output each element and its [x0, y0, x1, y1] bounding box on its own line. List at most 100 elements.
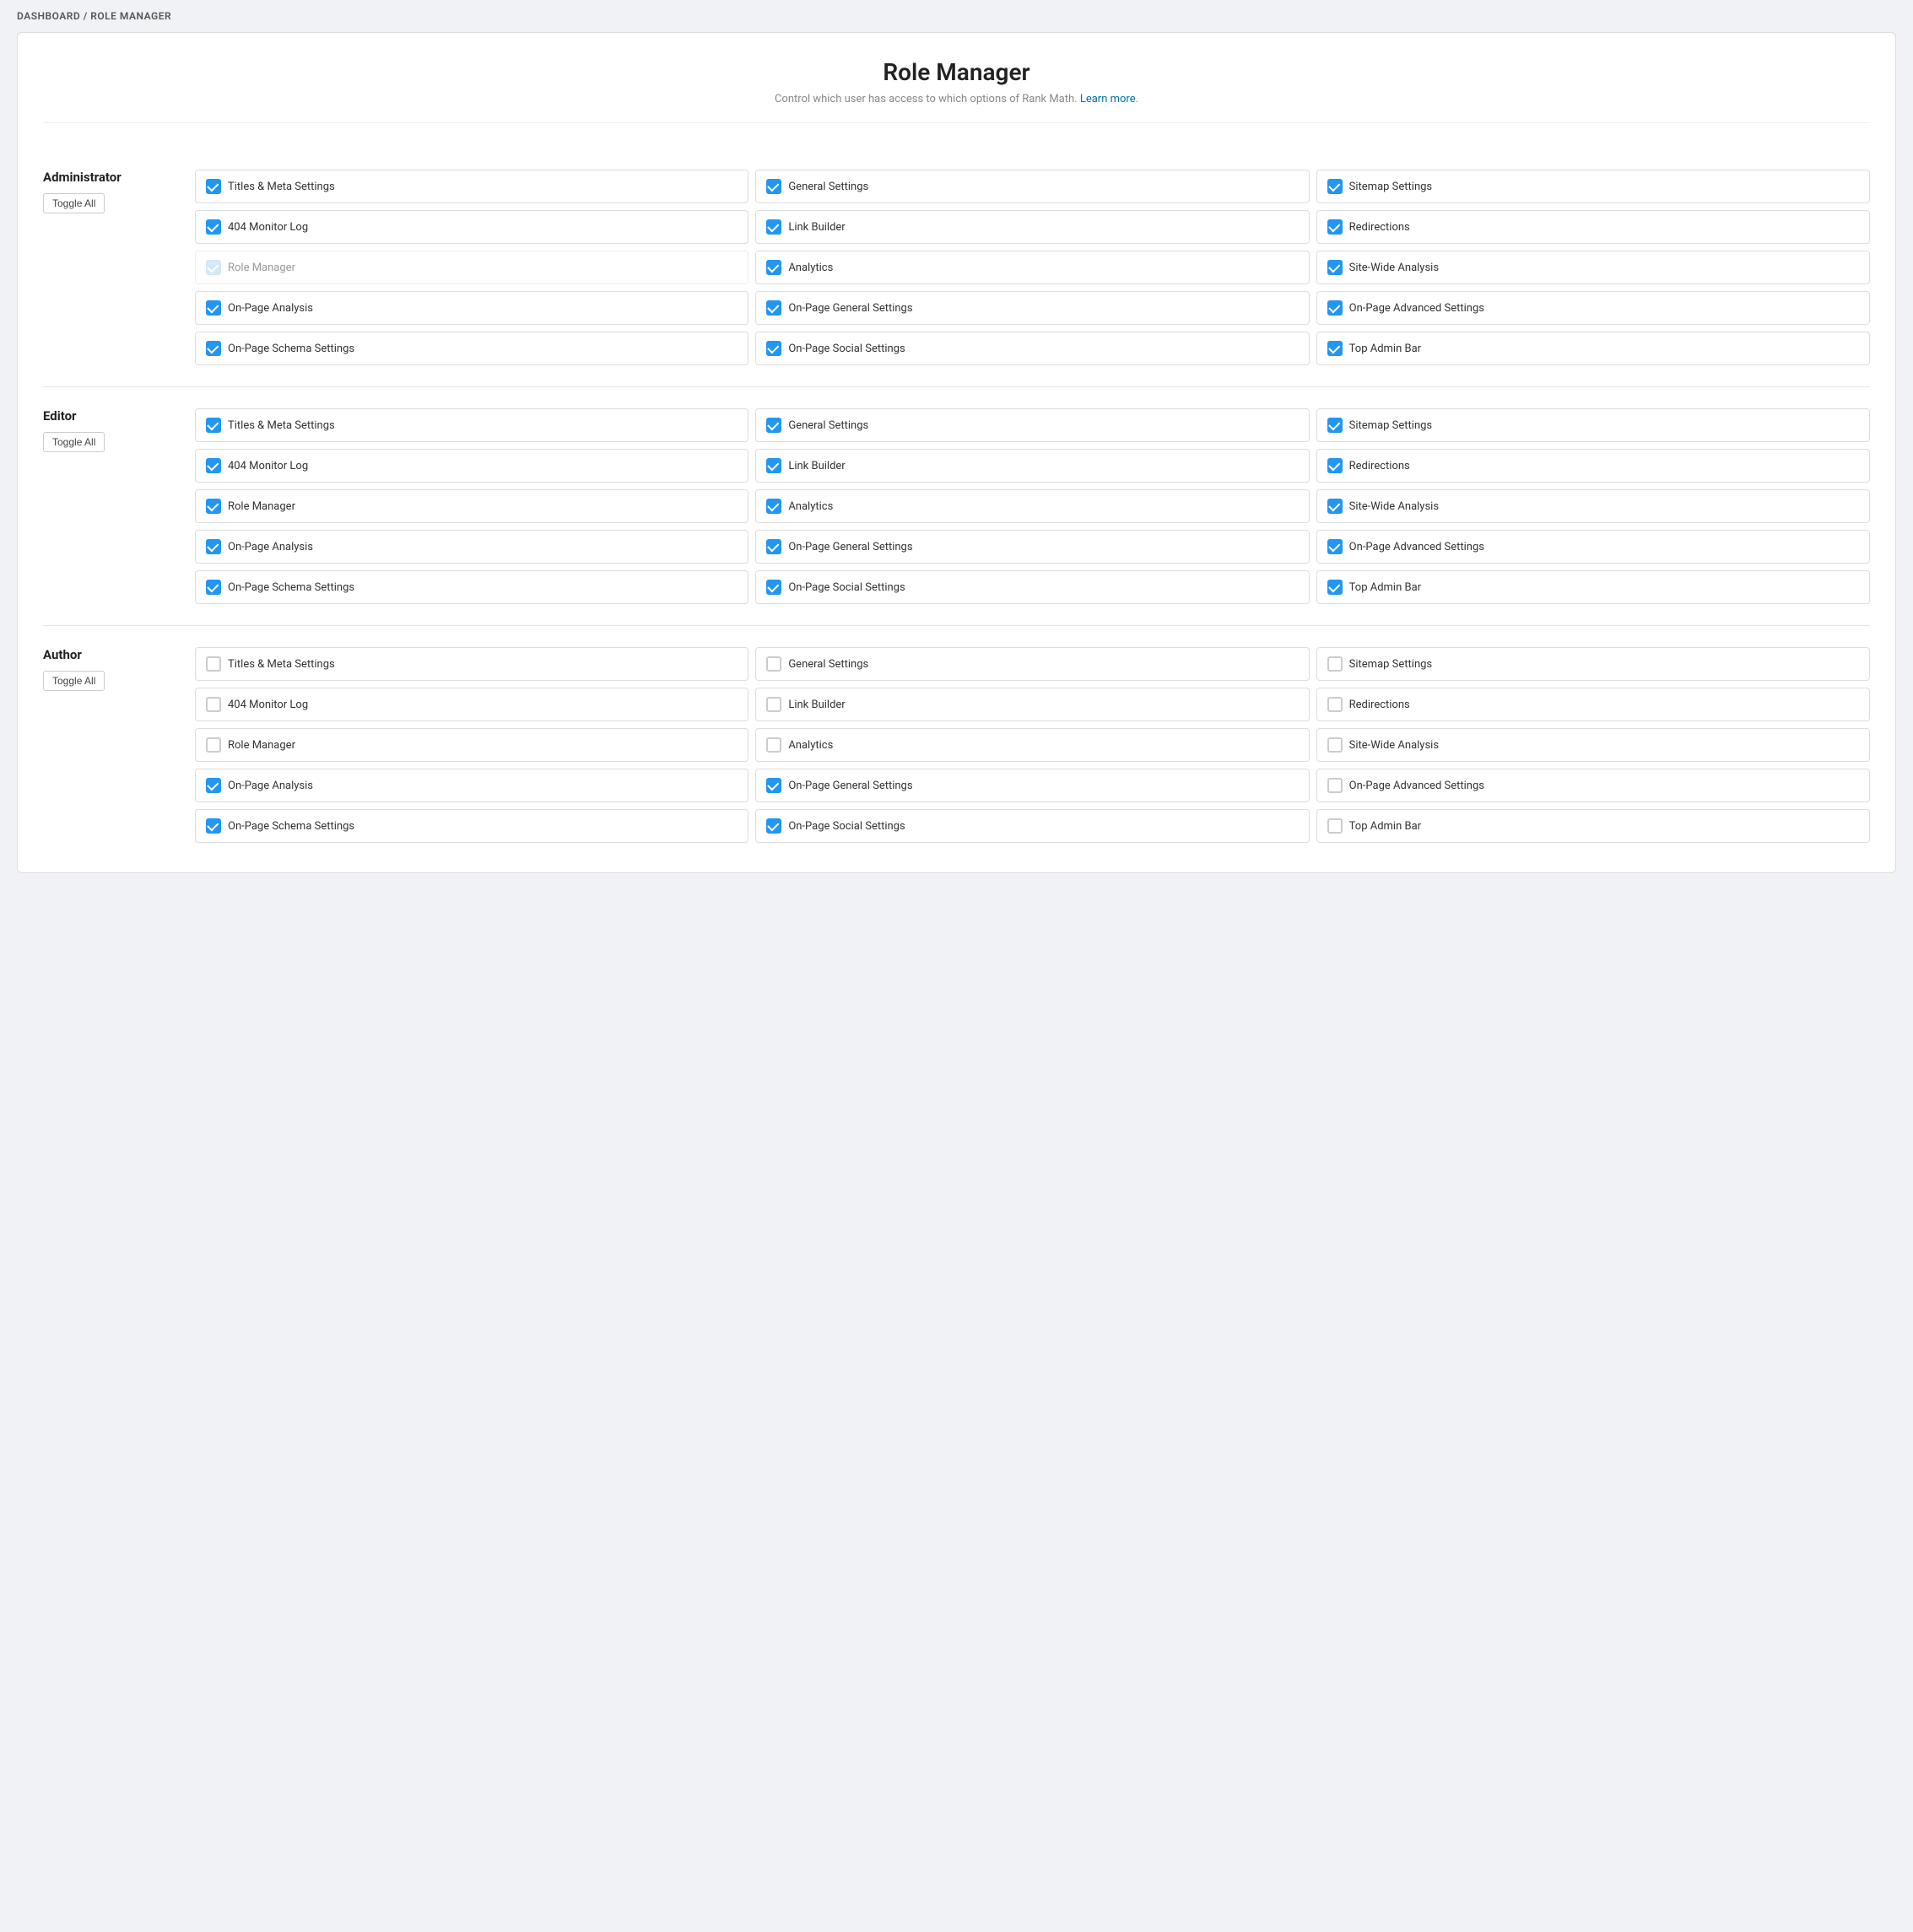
- roles-container: Administrator Toggle All Titles & Meta Set…: [43, 148, 1870, 864]
- perm-label-author-onpage-social: On-Page Social Settings: [788, 820, 905, 833]
- perm-item-administrator-onpage-advanced[interactable]: On-Page Advanced Settings: [1316, 291, 1870, 325]
- perm-label-author-analytics: Analytics: [788, 739, 833, 752]
- checkbox-author-titles-meta: [206, 656, 221, 672]
- perm-item-editor-onpage-schema[interactable]: On-Page Schema Settings: [195, 570, 748, 604]
- checkbox-author-redirections: [1327, 697, 1343, 712]
- checkbox-author-top-admin-bar: [1327, 818, 1343, 834]
- breadcrumb-separator: /: [84, 10, 91, 22]
- perm-item-editor-onpage-advanced[interactable]: On-Page Advanced Settings: [1316, 530, 1870, 564]
- perm-label-editor-titles-meta: Titles & Meta Settings: [228, 419, 335, 432]
- learn-more-link[interactable]: Learn more: [1080, 93, 1136, 105]
- perm-item-author-analytics[interactable]: Analytics: [755, 728, 1309, 762]
- perm-item-editor-sitemap-settings[interactable]: Sitemap Settings: [1316, 408, 1870, 442]
- perm-item-author-sitemap-settings[interactable]: Sitemap Settings: [1316, 647, 1870, 681]
- checkbox-author-onpage-social: [766, 818, 781, 834]
- perm-label-author-site-wide-analysis: Site-Wide Analysis: [1349, 739, 1439, 752]
- role-info-administrator: Administrator Toggle All: [43, 170, 170, 213]
- perm-item-editor-top-admin-bar[interactable]: Top Admin Bar: [1316, 570, 1870, 604]
- perm-item-author-onpage-advanced[interactable]: On-Page Advanced Settings: [1316, 769, 1870, 802]
- perm-item-editor-onpage-social[interactable]: On-Page Social Settings: [755, 570, 1309, 604]
- role-section-author: AuthorToggle All Titles & Meta SettingsGe…: [43, 626, 1870, 864]
- perm-label-administrator-sitemap-settings: Sitemap Settings: [1349, 181, 1433, 193]
- toggle-all-button-administrator[interactable]: Toggle All: [43, 193, 105, 213]
- perm-label-editor-top-admin-bar: Top Admin Bar: [1349, 581, 1421, 594]
- perm-item-author-404-monitor[interactable]: 404 Monitor Log: [195, 688, 748, 721]
- role-name-administrator: Administrator: [43, 170, 170, 185]
- perm-item-administrator-onpage-analysis[interactable]: On-Page Analysis: [195, 291, 748, 325]
- perm-item-author-onpage-schema[interactable]: On-Page Schema Settings: [195, 809, 748, 843]
- perm-item-editor-analytics[interactable]: Analytics: [755, 489, 1309, 523]
- perm-item-author-link-builder[interactable]: Link Builder: [755, 688, 1309, 721]
- perm-item-administrator-onpage-schema[interactable]: On-Page Schema Settings: [195, 332, 748, 365]
- perm-item-author-general-settings[interactable]: General Settings: [755, 647, 1309, 681]
- perm-label-editor-onpage-social: On-Page Social Settings: [788, 581, 905, 594]
- role-info-editor: EditorToggle All: [43, 408, 170, 452]
- perm-label-administrator-404-monitor: 404 Monitor Log: [228, 221, 308, 234]
- page-subtitle: Control which user has access to which o…: [43, 93, 1870, 105]
- checkbox-administrator-site-wide-analysis: [1327, 260, 1343, 275]
- perm-item-administrator-link-builder[interactable]: Link Builder: [755, 210, 1309, 244]
- perm-label-author-onpage-analysis: On-Page Analysis: [228, 780, 313, 792]
- perm-item-author-titles-meta[interactable]: Titles & Meta Settings: [195, 647, 748, 681]
- perm-item-administrator-site-wide-analysis[interactable]: Site-Wide Analysis: [1316, 251, 1870, 284]
- perm-item-administrator-top-admin-bar[interactable]: Top Admin Bar: [1316, 332, 1870, 365]
- perm-item-administrator-404-monitor[interactable]: 404 Monitor Log: [195, 210, 748, 244]
- perm-label-administrator-onpage-social: On-Page Social Settings: [788, 343, 905, 355]
- checkbox-administrator-onpage-general: [766, 300, 781, 316]
- toggle-all-button-author[interactable]: Toggle All: [43, 671, 105, 691]
- perm-label-author-404-monitor: 404 Monitor Log: [228, 699, 308, 711]
- perm-label-administrator-site-wide-analysis: Site-Wide Analysis: [1349, 262, 1439, 274]
- checkbox-author-onpage-analysis: [206, 778, 221, 793]
- perm-label-author-onpage-general: On-Page General Settings: [788, 780, 912, 792]
- perm-item-editor-onpage-general[interactable]: On-Page General Settings: [755, 530, 1309, 564]
- perm-label-administrator-link-builder: Link Builder: [788, 221, 845, 234]
- checkbox-author-onpage-general: [766, 778, 781, 793]
- breadcrumb-dashboard[interactable]: Dashboard: [17, 10, 80, 22]
- perm-item-editor-general-settings[interactable]: General Settings: [755, 408, 1309, 442]
- perm-item-author-redirections[interactable]: Redirections: [1316, 688, 1870, 721]
- perm-item-editor-role-manager[interactable]: Role Manager: [195, 489, 748, 523]
- perm-label-editor-onpage-schema: On-Page Schema Settings: [228, 581, 354, 594]
- checkbox-editor-onpage-general: [766, 539, 781, 554]
- perm-item-editor-site-wide-analysis[interactable]: Site-Wide Analysis: [1316, 489, 1870, 523]
- perm-item-administrator-general-settings[interactable]: General Settings: [755, 170, 1309, 203]
- checkbox-administrator-top-admin-bar: [1327, 341, 1343, 356]
- perm-item-author-site-wide-analysis[interactable]: Site-Wide Analysis: [1316, 728, 1870, 762]
- perm-item-author-onpage-analysis[interactable]: On-Page Analysis: [195, 769, 748, 802]
- role-info-author: AuthorToggle All: [43, 647, 170, 691]
- page-title: Role Manager: [43, 58, 1870, 86]
- perm-item-administrator-sitemap-settings[interactable]: Sitemap Settings: [1316, 170, 1870, 203]
- perm-item-author-top-admin-bar[interactable]: Top Admin Bar: [1316, 809, 1870, 843]
- perm-item-administrator-analytics[interactable]: Analytics: [755, 251, 1309, 284]
- perm-label-editor-role-manager: Role Manager: [228, 500, 295, 513]
- perm-label-administrator-onpage-advanced: On-Page Advanced Settings: [1349, 302, 1484, 315]
- checkbox-author-onpage-advanced: [1327, 778, 1343, 793]
- perm-item-author-role-manager[interactable]: Role Manager: [195, 728, 748, 762]
- checkbox-editor-onpage-social: [766, 580, 781, 595]
- perm-label-administrator-general-settings: General Settings: [788, 181, 868, 193]
- perm-item-editor-onpage-analysis[interactable]: On-Page Analysis: [195, 530, 748, 564]
- perm-item-author-onpage-general[interactable]: On-Page General Settings: [755, 769, 1309, 802]
- breadcrumb: Dashboard / Role Manager: [0, 0, 1913, 32]
- checkbox-administrator-404-monitor: [206, 219, 221, 235]
- perm-item-administrator-redirections[interactable]: Redirections: [1316, 210, 1870, 244]
- perm-item-editor-redirections[interactable]: Redirections: [1316, 449, 1870, 483]
- permissions-grid-editor: Titles & Meta SettingsGeneral SettingsSi…: [195, 408, 1870, 604]
- perm-label-editor-link-builder: Link Builder: [788, 460, 845, 472]
- perm-label-editor-onpage-advanced: On-Page Advanced Settings: [1349, 541, 1484, 553]
- perm-item-administrator-titles-meta[interactable]: Titles & Meta Settings: [195, 170, 748, 203]
- perm-label-author-onpage-advanced: On-Page Advanced Settings: [1349, 780, 1484, 792]
- perm-item-administrator-onpage-social[interactable]: On-Page Social Settings: [755, 332, 1309, 365]
- checkbox-administrator-onpage-advanced: [1327, 300, 1343, 316]
- checkbox-author-sitemap-settings: [1327, 656, 1343, 672]
- checkbox-editor-link-builder: [766, 458, 781, 473]
- perm-item-editor-titles-meta[interactable]: Titles & Meta Settings: [195, 408, 748, 442]
- checkbox-editor-role-manager: [206, 499, 221, 514]
- perm-item-author-onpage-social[interactable]: On-Page Social Settings: [755, 809, 1309, 843]
- checkbox-author-role-manager: [206, 737, 221, 753]
- perm-item-editor-link-builder[interactable]: Link Builder: [755, 449, 1309, 483]
- checkbox-editor-onpage-schema: [206, 580, 221, 595]
- perm-item-administrator-onpage-general[interactable]: On-Page General Settings: [755, 291, 1309, 325]
- toggle-all-button-editor[interactable]: Toggle All: [43, 432, 105, 452]
- perm-item-editor-404-monitor[interactable]: 404 Monitor Log: [195, 449, 748, 483]
